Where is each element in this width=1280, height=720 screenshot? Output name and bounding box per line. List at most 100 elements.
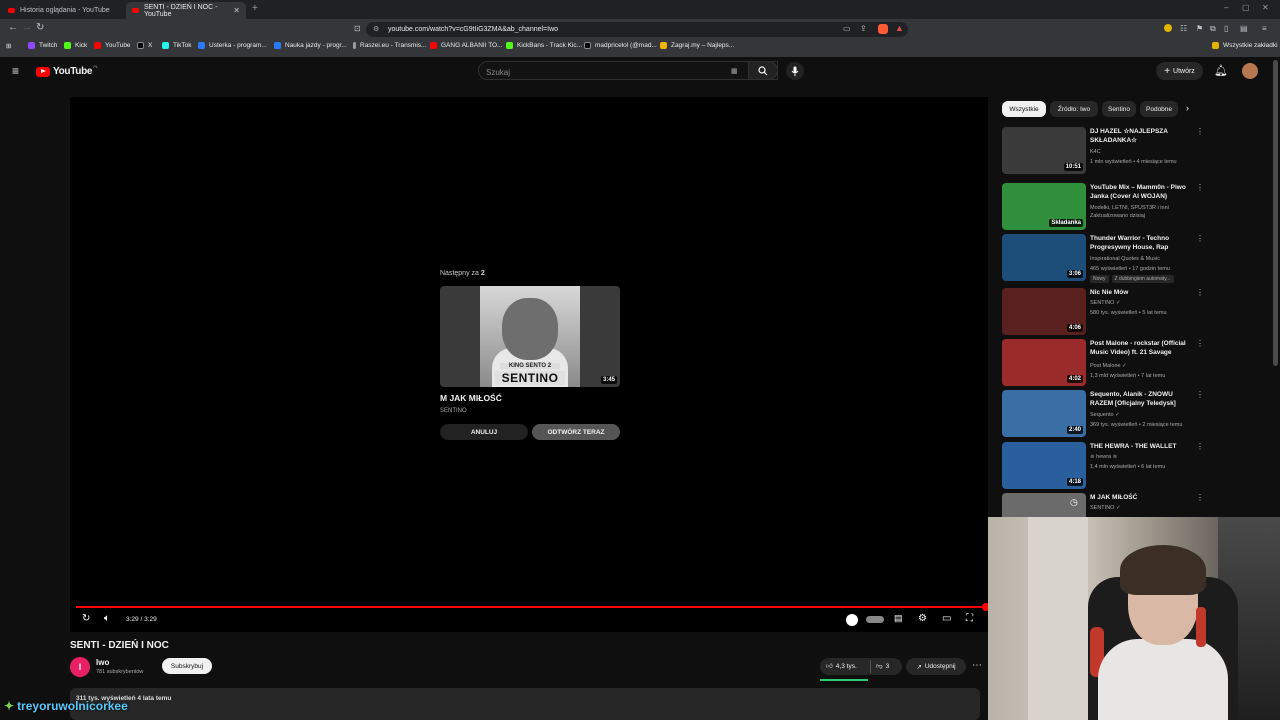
settings-gear-icon[interactable]: ⚙ — [918, 613, 927, 624]
bookmark-tiktok[interactable]: TikTok — [162, 42, 192, 49]
hamburger-menu-icon[interactable]: ≡ — [12, 64, 19, 78]
extension-icon[interactable]: ☷ — [1180, 24, 1187, 33]
subtitles-icon[interactable]: ▤ — [894, 613, 903, 624]
close-window-icon[interactable]: ✕ — [1262, 3, 1269, 12]
create-button[interactable]: + Utwórz — [1156, 62, 1203, 80]
recommendation-item[interactable]: ◷ M JAK MIŁOŚĆ SENTINO ✓ ⋮ — [1002, 493, 1202, 517]
recommendation-item[interactable]: Składanka YouTube Mix – Mamm0n - Piwo Ja… — [1002, 183, 1204, 231]
fullscreen-icon[interactable]: ⛶ — [966, 613, 973, 624]
recommendation-item[interactable]: 10:51 DJ HAZEL ☆NAJLEPSZA SKŁADANKA☆ K4C… — [1002, 127, 1204, 175]
dislike-button[interactable]: 👎︎ 3 — [876, 662, 889, 671]
autoplay-toggle[interactable] — [866, 616, 884, 623]
watch-later-icon[interactable]: ◷ — [1070, 497, 1078, 508]
chip-from-channel[interactable]: Źródło: Iwo — [1050, 101, 1098, 117]
channel-name[interactable]: Iwo — [96, 658, 109, 667]
forward-icon[interactable]: → — [22, 22, 32, 33]
maximize-icon[interactable]: ▢ — [1242, 3, 1250, 12]
more-options-icon[interactable]: ⋮ — [1196, 183, 1204, 192]
rec-meta: 580 tys. wyświetleń • 5 lat temu — [1090, 310, 1167, 316]
all-bookmarks-folder[interactable]: Wszystkie zakładki — [1212, 42, 1278, 49]
site-info-icon[interactable]: ⚙ — [373, 25, 379, 33]
cancel-autoplay-button[interactable]: ANULUJ — [440, 424, 528, 440]
extension-coin-icon[interactable] — [1164, 24, 1172, 32]
up-next-thumbnail[interactable]: KING SENTO 2 SENTINO 3:45 — [440, 286, 620, 387]
like-button[interactable]: 👍︎ 4,3 tys. — [826, 662, 857, 671]
theater-mode-icon[interactable]: ▭ — [942, 613, 951, 624]
subscribe-button[interactable]: Subskrybuj — [162, 658, 212, 674]
recommendation-item[interactable]: 4:02 Post Malone - rockstar (Official Mu… — [1002, 339, 1204, 387]
bookmark-gang-albanii[interactable]: GANG ALBANII TO... — [430, 42, 503, 49]
tab-history[interactable]: Historia oglądania - YouTube — [2, 2, 124, 19]
bookmark-nauka-jazdy[interactable]: Nauka jazdy - progr... — [274, 42, 347, 49]
bookmark-zagraj[interactable]: Zagraj.my – Najleps... — [660, 42, 734, 49]
voice-search-button[interactable] — [786, 62, 804, 80]
bookmark-usterka[interactable]: Usterka - program... — [198, 42, 267, 49]
extension-icon[interactable]: ⚑ — [1196, 24, 1203, 33]
more-options-icon[interactable]: ⋮ — [1196, 127, 1204, 136]
chip-label: Podobne — [1146, 105, 1173, 113]
bookmark-label: Twitch — [39, 42, 58, 49]
volume-icon[interactable]: 🔈︎ — [104, 613, 110, 624]
bookmark-twitch[interactable]: Twitch — [28, 42, 57, 49]
recommendation-item[interactable]: 4:06 Nic Nie Mów SENTINO ✓ 580 tys. wyśw… — [1002, 288, 1204, 336]
recommendation-item[interactable]: 4:18 THE HEWRA - THE WALLET ≋ hewra ≋ 1,… — [1002, 442, 1204, 490]
share-button[interactable]: ↗ Udostępnij — [906, 658, 966, 675]
keyboard-icon[interactable]: ▦ — [731, 67, 738, 75]
rec-channel: Sequento ✓ — [1090, 411, 1200, 419]
progress-bar[interactable] — [76, 606, 986, 608]
chevron-right-icon[interactable]: › — [1186, 103, 1189, 113]
sponsorblock-icon[interactable] — [846, 614, 858, 626]
youtube-logo[interactable]: YouTube PL — [36, 64, 98, 77]
bookmark-label: Nauka jazdy - progr... — [285, 42, 347, 49]
close-tab-icon[interactable]: ✕ — [233, 6, 240, 15]
account-avatar[interactable] — [1242, 63, 1258, 79]
bookmark-youtube[interactable]: YouTube — [94, 42, 131, 49]
rewards-icon[interactable]: ▲ — [895, 23, 904, 33]
bookmark-icon[interactable]: ⊡ — [354, 24, 361, 33]
more-options-icon[interactable]: ⋮ — [1196, 390, 1204, 399]
up-next-title[interactable]: M JAK MIŁOŚĆ — [440, 393, 502, 403]
more-options-icon[interactable]: ⋮ — [1196, 234, 1204, 243]
minimize-icon[interactable]: – — [1224, 3, 1228, 12]
search-button[interactable] — [748, 61, 778, 80]
brave-shield-icon[interactable] — [878, 24, 888, 34]
menu-icon[interactable]: ≡ — [1262, 24, 1267, 33]
search-input[interactable] — [479, 63, 728, 82]
bookmark-kick[interactable]: Kick — [64, 42, 87, 49]
sidebar-toggle-icon[interactable]: ▯ — [1224, 24, 1228, 33]
bookmark-raszei[interactable]: Raszei.eu - Transmis... — [353, 42, 426, 49]
channel-avatar[interactable]: I — [70, 657, 90, 677]
more-options-icon[interactable]: ⋮ — [1196, 339, 1204, 348]
replay-icon[interactable]: ↻ — [82, 613, 90, 624]
more-options-icon[interactable]: ⋮ — [1196, 442, 1204, 451]
address-bar[interactable]: youtube.com/watch?v=cG9tIiG3ZMA&ab_chann… — [366, 22, 908, 37]
more-actions-icon[interactable]: ⋯ — [972, 660, 982, 671]
youtube-icon — [430, 42, 437, 49]
bookmark-madpricelol[interactable]: madpricelol (@mad... — [584, 42, 657, 49]
rec-channel: SENTINO ✓ — [1090, 299, 1200, 307]
bookmark-kickbans[interactable]: KickBans - Track Kic... — [506, 42, 582, 49]
share-page-icon[interactable]: ⇪ — [860, 24, 867, 33]
duration-badge: 2:40 — [1066, 426, 1083, 434]
more-options-icon[interactable]: ⋮ — [1196, 288, 1204, 297]
reload-icon[interactable]: ↻ — [36, 22, 44, 33]
chip-related[interactable]: Podobne — [1140, 101, 1178, 117]
chip-sentino[interactable]: Sentino — [1102, 101, 1136, 117]
notifications-bell-icon[interactable]: 🔔︎ — [1214, 64, 1228, 77]
back-icon[interactable]: ← — [8, 22, 18, 33]
chip-all[interactable]: Wszystkie — [1002, 101, 1046, 117]
apps-icon[interactable]: ⊞ — [6, 42, 11, 50]
description-box[interactable] — [70, 688, 980, 720]
extensions-icon[interactable]: ⧉ — [1210, 24, 1216, 34]
bookmark-x[interactable]: X — [137, 42, 152, 49]
new-tab-icon[interactable]: + — [252, 3, 258, 14]
wallet-icon[interactable]: ▤ — [1240, 24, 1248, 33]
more-options-icon[interactable]: ⋮ — [1196, 493, 1202, 502]
recommendation-item[interactable]: 2:40 Sequento, Alanik - ZNOWU RAZEM [Ofi… — [1002, 390, 1204, 438]
recommendation-item[interactable]: 3:06 Thunder Warrior - Techno Progresywn… — [1002, 234, 1204, 283]
play-now-button[interactable]: ODTWÓRZ TERAZ — [532, 424, 620, 440]
kick-icon — [506, 42, 513, 49]
screen-cast-icon[interactable]: ▭ — [843, 24, 851, 33]
tab-current-video[interactable]: SENTI - DZIEŃ I NOC - YouTube ✕ — [126, 2, 246, 19]
page-scrollbar[interactable] — [1273, 60, 1278, 366]
